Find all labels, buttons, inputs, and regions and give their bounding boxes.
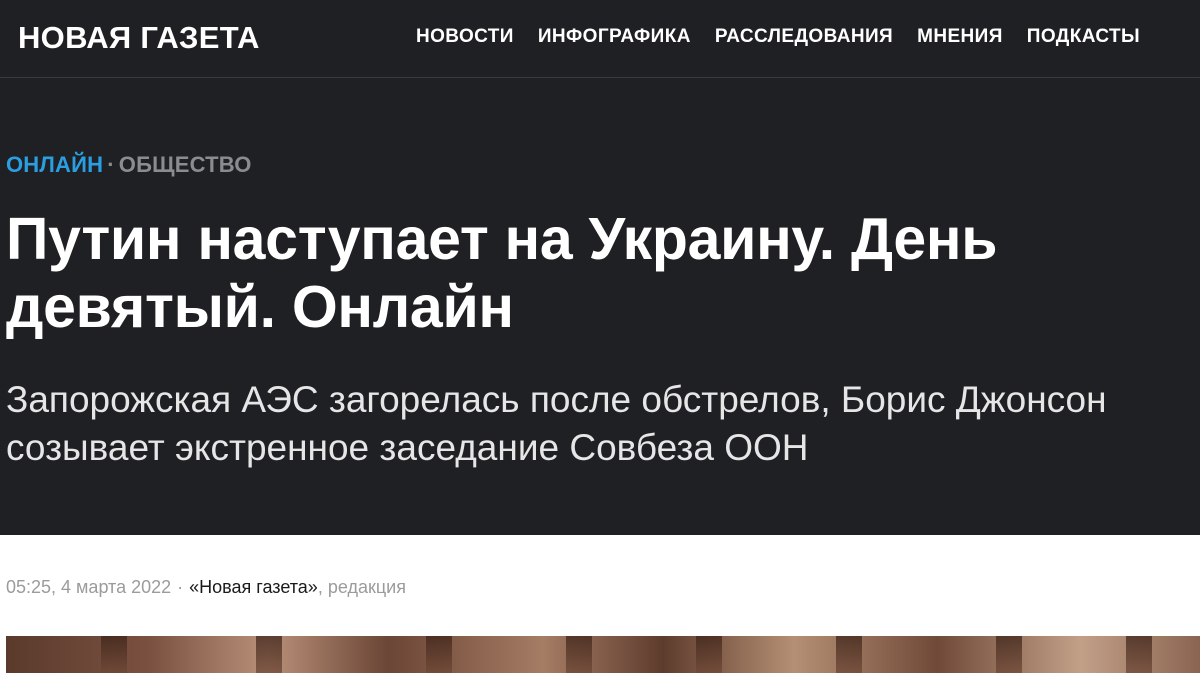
image-detail	[101, 636, 127, 673]
article-meta: 05:25, 4 марта 2022 · «Новая газета», реда…	[6, 577, 406, 598]
nav-item-opinions[interactable]: МНЕНИЯ	[917, 26, 1003, 48]
image-detail	[566, 636, 592, 673]
article-header: НОВАЯ ГАЗЕТА НОВОСТИ ИНФОГРАФИКА РАССЛЕД…	[0, 0, 1200, 535]
article-headline: Путин наступает на Украину. День девятый…	[6, 206, 998, 340]
article-rubric: ОНЛАЙН · ОБЩЕСТВО	[6, 152, 252, 178]
nav-item-news[interactable]: НОВОСТИ	[416, 26, 514, 48]
article-lead: Запорожская АЭС загорелась после обстрел…	[6, 379, 1107, 468]
rubric-online-link[interactable]: ОНЛАЙН	[6, 152, 103, 177]
nav-item-podcasts[interactable]: ПОДКАСТЫ	[1027, 26, 1140, 48]
rubric-separator: ·	[107, 152, 115, 177]
image-detail	[836, 636, 862, 673]
rubric-section-link[interactable]: ОБЩЕСТВО	[119, 152, 252, 177]
top-navigation-bar: НОВАЯ ГАЗЕТА НОВОСТИ ИНФОГРАФИКА РАССЛЕД…	[0, 0, 1200, 78]
site-logo[interactable]: НОВАЯ ГАЗЕТА	[18, 20, 260, 56]
author-link[interactable]: «Новая газета»	[189, 577, 318, 597]
meta-separator: ·	[177, 577, 184, 597]
image-detail	[696, 636, 722, 673]
image-detail	[1126, 636, 1152, 673]
nav-item-investigations[interactable]: РАССЛЕДОВАНИЯ	[715, 26, 893, 48]
article-lead-image	[6, 636, 1200, 673]
image-detail	[256, 636, 282, 673]
nav-item-infographics[interactable]: ИНФОГРАФИКА	[538, 26, 691, 48]
main-nav: НОВОСТИ ИНФОГРАФИКА РАССЛЕДОВАНИЯ МНЕНИЯ…	[416, 26, 1200, 48]
image-detail	[996, 636, 1022, 673]
image-detail	[426, 636, 452, 673]
publish-date: 05:25, 4 марта 2022	[6, 577, 172, 597]
author-role: , редакция	[317, 577, 406, 597]
